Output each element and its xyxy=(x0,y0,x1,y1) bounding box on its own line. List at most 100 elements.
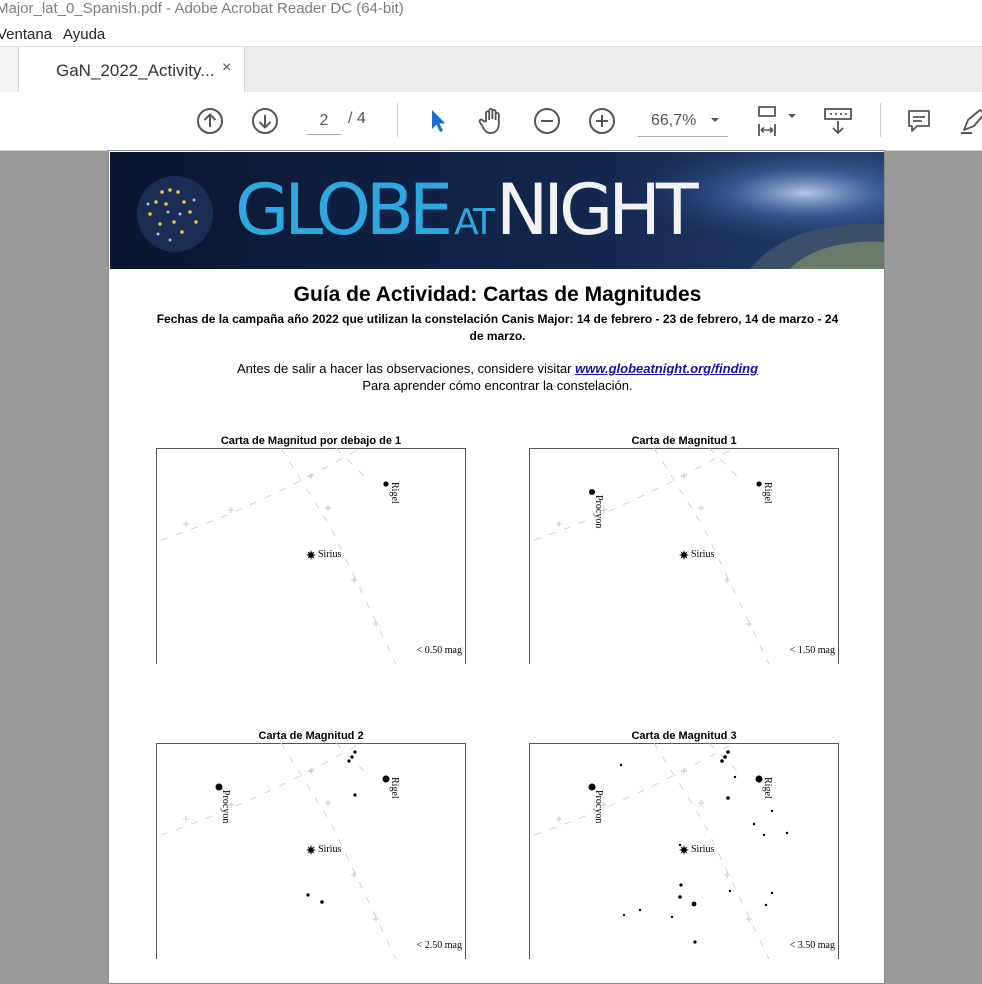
rigel-star xyxy=(383,481,389,487)
grid-tick xyxy=(228,507,234,513)
zoom-in-button[interactable] xyxy=(584,103,620,139)
sirius-label: Sirius xyxy=(691,844,714,855)
previous-page-button[interactable] xyxy=(192,103,228,139)
faint-star xyxy=(726,796,730,800)
comment-icon xyxy=(908,110,930,132)
page-number-input[interactable]: 2 xyxy=(307,110,341,135)
faint-star xyxy=(770,809,774,813)
grid-tick xyxy=(556,816,562,822)
scroll-mode-button[interactable] xyxy=(820,103,856,139)
grid-tick xyxy=(746,621,752,627)
banner-word-night: NIGHT xyxy=(495,169,699,251)
faint-star xyxy=(728,889,732,893)
document-tab[interactable]: GaN_2022_Activity... × xyxy=(18,47,245,93)
procyon-label: Procyon xyxy=(593,790,604,823)
faint-star xyxy=(733,775,737,779)
faint-star xyxy=(770,891,774,895)
pointer-icon xyxy=(432,110,446,132)
grid-tick xyxy=(556,521,562,527)
faint-star xyxy=(678,843,682,847)
toolbar-divider xyxy=(397,103,398,137)
fit-page-icon xyxy=(758,106,796,136)
faint-star xyxy=(347,759,351,763)
magnitude-chart-4: Rigel Procyon Sirius < 3.50 mag xyxy=(529,743,839,959)
grid-tick xyxy=(373,621,379,627)
grid-tick xyxy=(325,800,331,806)
faint-star xyxy=(691,901,697,907)
grid-line xyxy=(708,448,740,479)
document-paragraph-1: Antes de salir a hacer las observaciones… xyxy=(109,361,884,376)
rigel-label: Rigel xyxy=(762,482,773,504)
faint-star xyxy=(353,750,357,754)
grid-tick xyxy=(351,872,357,878)
arrow-down-icon xyxy=(252,108,278,134)
arrow-up-icon xyxy=(197,108,223,134)
faint-star xyxy=(764,903,768,907)
grid-tick xyxy=(183,521,189,527)
faint-star xyxy=(723,755,727,759)
menu-bar: Ventana Ayuda xyxy=(0,22,982,46)
comment-button[interactable] xyxy=(901,103,937,139)
faint-star xyxy=(678,895,682,899)
chart-3-title: Carta de Magnitud 2 xyxy=(258,730,364,742)
sirius-label: Sirius xyxy=(318,549,341,560)
grid-tick xyxy=(724,577,730,583)
document-title: Guía de Actividad: Cartas de Magnitudes xyxy=(293,283,702,306)
rigel-label: Rigel xyxy=(389,482,400,504)
scroll-mode-icon xyxy=(824,108,852,135)
fit-page-button[interactable] xyxy=(752,103,798,139)
zoom-level-value: 66,7% xyxy=(651,112,697,129)
document-paragraph-2: Para aprender cómo encontrar la constela… xyxy=(362,378,633,393)
magnitude-chart-2: Rigel Procyon Sirius < 1.50 mag xyxy=(529,448,839,664)
faint-star xyxy=(726,750,730,754)
zoom-out-button[interactable] xyxy=(529,103,565,139)
grid-line xyxy=(160,743,362,836)
rigel-star xyxy=(755,775,763,783)
chart-1-title: Carta de Magnitud por debajo de 1 xyxy=(220,435,402,447)
menu-ayuda[interactable]: Ayuda xyxy=(63,26,105,43)
grid-tick xyxy=(698,800,704,806)
faint-star xyxy=(638,908,642,912)
faint-star xyxy=(720,759,724,763)
window-title: Major_lat_0_Spanish.pdf - Adobe Acrobat … xyxy=(0,0,404,17)
grid-tick xyxy=(724,872,730,878)
faint-star xyxy=(350,755,354,759)
select-tool-button[interactable] xyxy=(420,103,456,139)
procyon-label: Procyon xyxy=(220,790,231,823)
menu-ventana[interactable]: Ventana xyxy=(0,26,52,43)
highlight-button[interactable] xyxy=(955,103,982,139)
magnitude-limit-label: < 3.50 mag xyxy=(790,940,835,951)
sirius-label: Sirius xyxy=(691,549,714,560)
faint-star xyxy=(670,915,674,919)
next-page-button[interactable] xyxy=(247,103,283,139)
pdf-page[interactable]: GLOBE ATNIGHT Guía de Actividad: Cartas d… xyxy=(108,150,885,984)
globeatnight-link[interactable]: www.globeatnight.org/finding xyxy=(575,361,758,376)
document-subtitle: Fechas de la campaña año 2022 que utiliz… xyxy=(156,312,839,343)
faint-star xyxy=(679,883,683,887)
faint-star xyxy=(622,913,626,917)
sirius-star xyxy=(306,845,316,855)
zoom-out-icon xyxy=(534,108,560,134)
hand-tool-button[interactable] xyxy=(474,103,510,139)
grid-tick xyxy=(698,505,704,511)
rigel-star xyxy=(382,775,390,783)
sirius-star xyxy=(679,845,689,855)
tab-bar: GaN_2022_Activity... × xyxy=(0,46,982,94)
banner-logo: GLOBE ATNIGHT xyxy=(235,174,699,259)
hand-icon xyxy=(478,108,500,134)
grid-line xyxy=(533,743,735,836)
faint-star xyxy=(320,900,324,904)
faint-star xyxy=(619,763,623,767)
zoom-level-select[interactable]: 66,7% xyxy=(638,110,728,137)
magnitude-limit-label: < 0.50 mag xyxy=(417,645,462,656)
close-tab-icon[interactable]: × xyxy=(222,59,231,77)
faint-star xyxy=(752,822,756,826)
chart-2-title: Carta de Magnitud 1 xyxy=(631,435,737,447)
magnitude-chart-3: Rigel Procyon Sirius < 2.50 mag xyxy=(156,743,466,959)
rigel-star xyxy=(756,481,762,487)
page-total: / 4 xyxy=(348,110,366,127)
grid-line xyxy=(533,448,735,541)
sirius-star xyxy=(679,550,689,560)
faint-star xyxy=(353,793,357,797)
chart-4-title: Carta de Magnitud 3 xyxy=(631,730,737,742)
